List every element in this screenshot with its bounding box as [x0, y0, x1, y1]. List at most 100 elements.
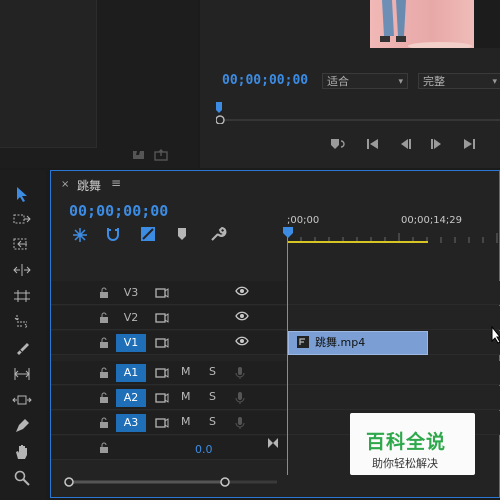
- ruler-label-end: 00;00;14;29: [401, 215, 463, 226]
- watermark-subtitle: 助你轻松解决: [372, 457, 438, 470]
- track-header-master[interactable]: [51, 436, 287, 460]
- program-video-frame: [370, 0, 474, 48]
- track-select-tool-icon[interactable]: [12, 209, 32, 229]
- lock-icon[interactable]: [99, 392, 109, 403]
- add-marker-icon: [178, 228, 186, 240]
- step-forward-icon[interactable]: [462, 138, 476, 150]
- microphone-icon[interactable]: [235, 391, 245, 405]
- ripple-edit-tool-icon[interactable]: [12, 234, 32, 254]
- lock-icon[interactable]: [99, 312, 109, 323]
- program-scrubber[interactable]: [216, 100, 500, 124]
- clip-label: 跳舞.mp4: [315, 336, 366, 349]
- sync-lock-icon[interactable]: [155, 337, 169, 349]
- microphone-icon[interactable]: [235, 366, 245, 380]
- source-viewer: [0, 0, 97, 148]
- sync-lock-icon[interactable]: [155, 287, 169, 299]
- rate-stretch-tool-icon[interactable]: [12, 286, 32, 306]
- lock-icon[interactable]: [99, 442, 109, 453]
- track-header-v1[interactable]: V1: [51, 331, 287, 355]
- zoom-tool-icon[interactable]: [12, 468, 32, 488]
- razor-tool-icon[interactable]: [12, 338, 32, 358]
- program-timecode[interactable]: 00;00;00;00: [222, 73, 308, 88]
- lane-v2[interactable]: [287, 306, 500, 330]
- tab-close-icon[interactable]: ×: [61, 179, 69, 190]
- chevron-down-icon: ▾: [492, 77, 497, 87]
- quality-select[interactable]: 完整 ▾: [418, 73, 500, 89]
- fit-select-value: 适合: [327, 75, 349, 88]
- playhead-line[interactable]: [287, 231, 288, 475]
- eye-icon[interactable]: [235, 286, 249, 296]
- solo-button[interactable]: S: [209, 415, 216, 428]
- work-area-bar[interactable]: [288, 241, 428, 243]
- nest-icon: [73, 228, 87, 242]
- track-header-a1[interactable]: A1 M S: [51, 361, 287, 385]
- insert-overlay-icon[interactable]: [132, 149, 146, 161]
- razor-alt-tool-icon[interactable]: [12, 312, 32, 332]
- track-name[interactable]: A2: [116, 389, 146, 407]
- track-name[interactable]: V1: [116, 334, 146, 352]
- master-volume-value[interactable]: 0.0: [195, 443, 213, 456]
- timeline-zoom-scrollbar[interactable]: [63, 475, 283, 489]
- lane-a1[interactable]: [287, 361, 500, 385]
- ruler-label-start: ;00;00: [287, 215, 320, 226]
- watermark-title: 百科全说: [366, 431, 447, 453]
- chevron-down-icon: ▾: [398, 77, 403, 87]
- slip-tool-icon[interactable]: [12, 364, 32, 384]
- track-header-v3[interactable]: V3: [51, 281, 287, 305]
- source-panel: [0, 0, 198, 168]
- slide-tool-icon[interactable]: [12, 390, 32, 410]
- track-header-a3[interactable]: A3 M S: [51, 411, 287, 435]
- mute-button[interactable]: M: [181, 390, 191, 403]
- lane-v3[interactable]: [287, 281, 500, 305]
- sync-lock-icon[interactable]: [155, 392, 169, 404]
- microphone-icon[interactable]: [235, 416, 245, 430]
- go-to-end-icon[interactable]: [267, 437, 279, 449]
- sync-lock-icon[interactable]: [155, 367, 169, 379]
- pen-tool-icon[interactable]: [12, 416, 32, 436]
- sync-lock-icon[interactable]: [155, 417, 169, 429]
- mute-button[interactable]: M: [181, 365, 191, 378]
- step-back-icon[interactable]: [366, 138, 380, 150]
- dancer-figure: [380, 0, 472, 48]
- mute-button[interactable]: M: [181, 415, 191, 428]
- solo-button[interactable]: S: [209, 390, 216, 403]
- transport-controls: [330, 137, 476, 151]
- fit-select[interactable]: 适合 ▾: [322, 73, 408, 89]
- sync-lock-icon[interactable]: [155, 312, 169, 324]
- source-toolbar: [132, 149, 168, 161]
- selection-tool-icon[interactable]: [12, 184, 32, 204]
- lane-a2[interactable]: [287, 386, 500, 410]
- playhead-marker-icon[interactable]: [282, 227, 294, 239]
- lock-icon[interactable]: [99, 417, 109, 428]
- hand-tool-icon[interactable]: [12, 442, 32, 462]
- playhead-marker-icon: [216, 102, 222, 113]
- lock-icon[interactable]: [99, 337, 109, 348]
- play-forward-icon[interactable]: [430, 138, 444, 150]
- timeline-toolbar: [73, 225, 243, 245]
- track-name[interactable]: A1: [116, 364, 146, 382]
- panel-menu-icon[interactable]: ≡: [111, 176, 121, 190]
- track-name[interactable]: V3: [116, 284, 146, 302]
- program-monitor: 00;00;00;00 适合 ▾ 完整 ▾: [200, 0, 500, 168]
- rolling-edit-tool-icon[interactable]: [12, 260, 32, 280]
- track-header-v2[interactable]: V2: [51, 306, 287, 330]
- track-name[interactable]: V2: [116, 309, 146, 327]
- lock-icon[interactable]: [99, 287, 109, 298]
- fx-badge-icon: [297, 336, 309, 348]
- play-back-icon[interactable]: [398, 138, 412, 150]
- linked-selection-icon: [141, 227, 155, 241]
- track-header-a2[interactable]: A2 M S: [51, 386, 287, 410]
- solo-button[interactable]: S: [209, 365, 216, 378]
- eye-icon[interactable]: [235, 311, 249, 321]
- add-marker-icon[interactable]: [330, 137, 348, 151]
- video-clip[interactable]: 跳舞.mp4: [288, 331, 428, 355]
- timeline-tab-title[interactable]: 跳舞: [77, 177, 101, 194]
- eye-icon[interactable]: [235, 336, 249, 346]
- watermark-logo: 百科全说 助你轻松解决: [350, 413, 475, 475]
- export-frame-icon[interactable]: [154, 149, 168, 161]
- track-name[interactable]: A3: [116, 414, 146, 432]
- wrench-icon: [211, 226, 227, 241]
- timeline-timecode[interactable]: 00;00;00;00: [69, 202, 168, 220]
- mouse-cursor-icon: [491, 326, 500, 344]
- lock-icon[interactable]: [99, 367, 109, 378]
